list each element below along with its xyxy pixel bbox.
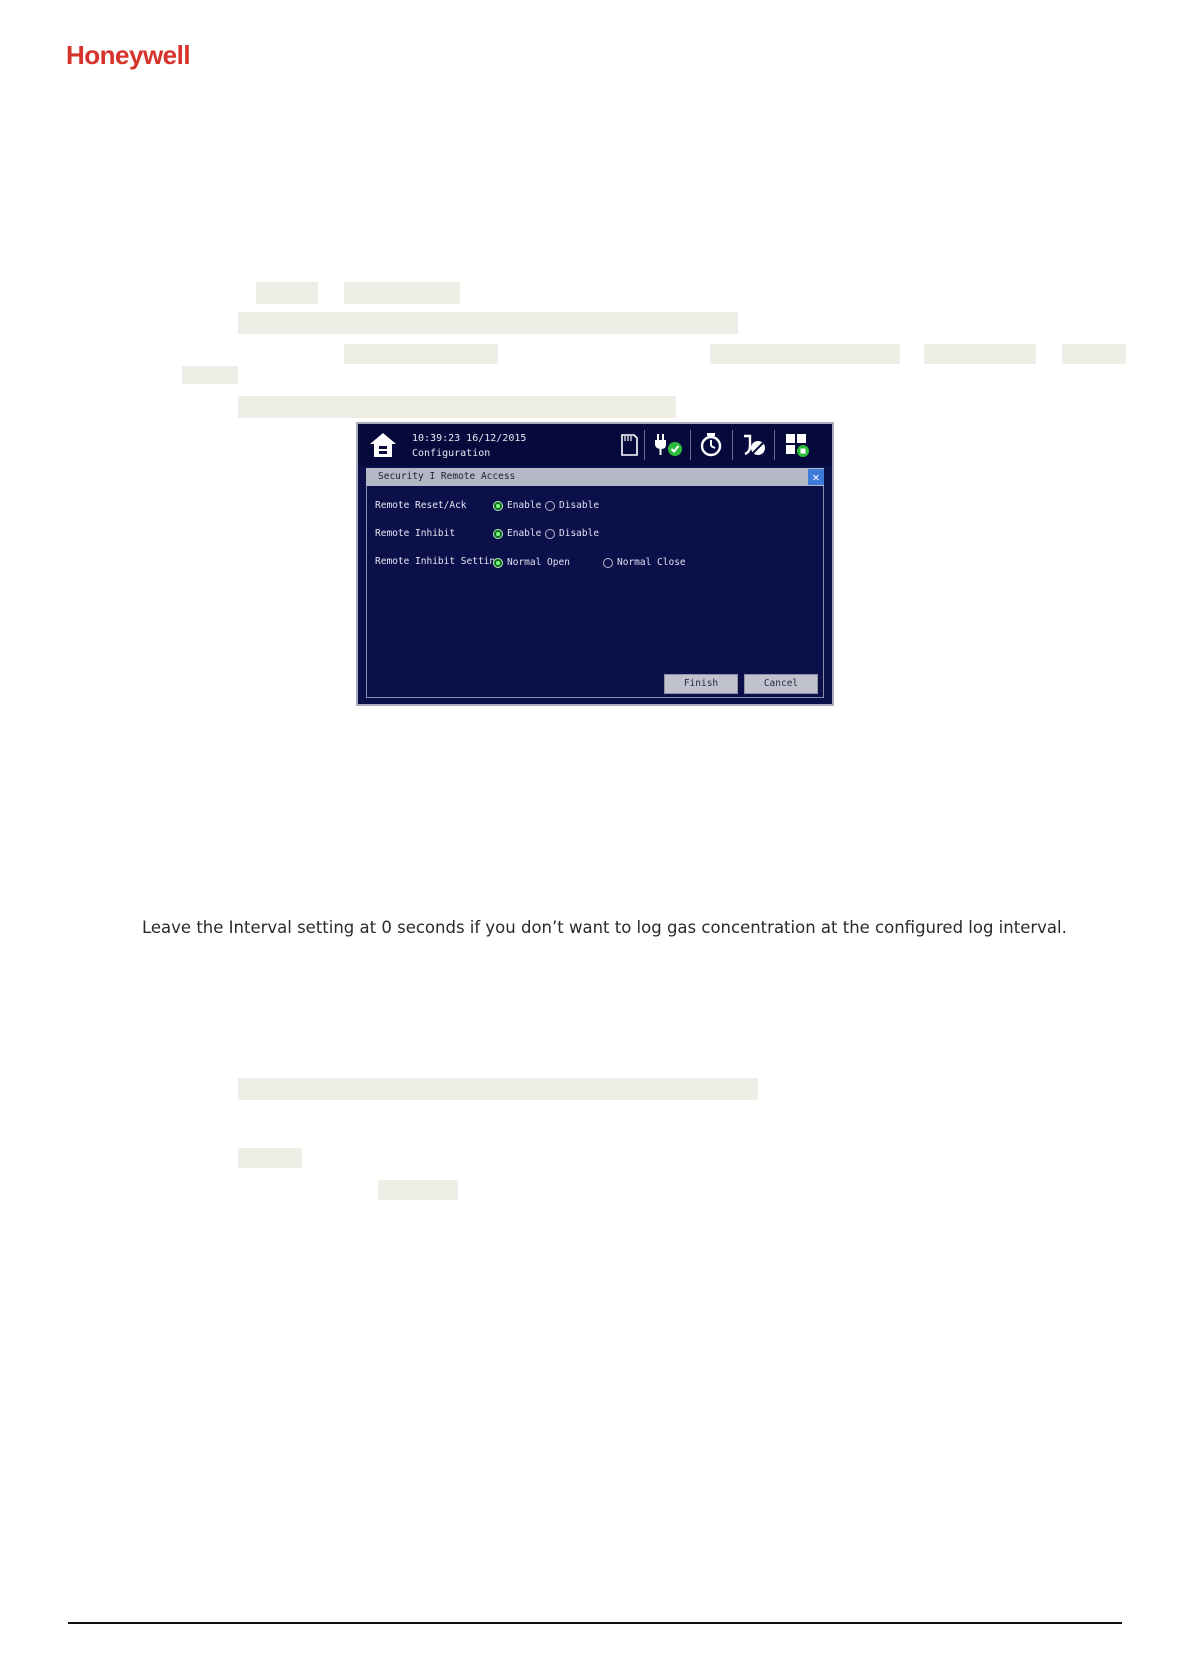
remote-inhibit-enable-radio[interactable] xyxy=(493,529,503,539)
home-icon[interactable] xyxy=(368,430,398,460)
calibration-icon[interactable] xyxy=(740,432,766,458)
redacted-text xyxy=(238,1078,758,1100)
option-label: Normal Open xyxy=(507,557,570,568)
device-top-bar: 10:39:23 16/12/2015 Configuration xyxy=(358,424,832,466)
redacted-text xyxy=(1062,344,1126,364)
option-label: Normal Close xyxy=(617,557,686,568)
remote-inhibit-disable-radio[interactable] xyxy=(545,529,555,539)
redacted-text xyxy=(238,312,738,334)
footer-rule xyxy=(68,1622,1122,1624)
redacted-text xyxy=(182,366,238,384)
device-screen-name: Configuration xyxy=(412,448,491,459)
remote-reset-ack-label: Remote Reset/Ack xyxy=(375,500,467,511)
remote-inhibit-label: Remote Inhibit xyxy=(375,528,456,539)
option-label: Disable xyxy=(559,528,600,539)
finish-button[interactable]: Finish xyxy=(664,674,738,694)
separator xyxy=(732,430,733,460)
separator xyxy=(644,430,645,460)
remote-reset-disable-radio[interactable] xyxy=(545,501,555,511)
honeywell-logo: Honeywell xyxy=(66,40,191,70)
dialog-title: Security I Remote Access xyxy=(378,471,516,482)
power-check-icon[interactable] xyxy=(652,432,684,458)
remote-inhibit-setting-label: Remote Inhibit Setting xyxy=(375,556,501,567)
option-label: Enable xyxy=(507,500,542,511)
redacted-text xyxy=(344,282,460,304)
separator xyxy=(690,430,691,460)
grid-status-icon[interactable] xyxy=(784,432,810,458)
cancel-button[interactable]: Cancel xyxy=(744,674,818,694)
dialog-body: Remote Reset/Ack Enable Disable Remote I… xyxy=(366,486,824,698)
dialog-title-bar: Security I Remote Access ✕ xyxy=(366,468,824,486)
timer-icon[interactable] xyxy=(698,432,724,458)
normal-open-radio[interactable] xyxy=(493,558,503,568)
redacted-text xyxy=(378,1180,458,1200)
option-label: Enable xyxy=(507,528,542,539)
device-time: 10:39:23 16/12/2015 xyxy=(412,433,527,444)
sd-card-icon[interactable] xyxy=(616,432,642,458)
redacted-text xyxy=(344,344,498,364)
redacted-text xyxy=(710,344,900,364)
redacted-text xyxy=(238,1148,302,1168)
redacted-text xyxy=(256,282,318,304)
redacted-text xyxy=(238,396,676,418)
device-screenshot: 10:39:23 16/12/2015 Configuration Securi… xyxy=(356,422,834,706)
separator xyxy=(774,430,775,460)
close-icon[interactable]: ✕ xyxy=(808,469,824,485)
option-label: Disable xyxy=(559,500,600,511)
interval-note: Leave the Interval setting at 0 seconds … xyxy=(142,918,1067,937)
redacted-text xyxy=(924,344,1036,364)
remote-reset-enable-radio[interactable] xyxy=(493,501,503,511)
normal-close-radio[interactable] xyxy=(603,558,613,568)
